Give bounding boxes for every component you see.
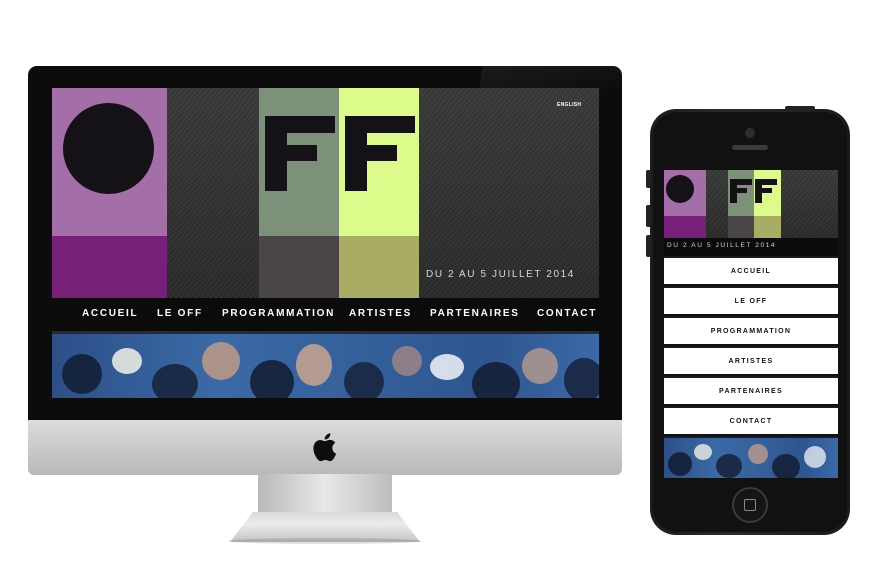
- mobile-nav-accueil[interactable]: ACCUEIL: [664, 258, 838, 286]
- nav-artistes[interactable]: ARTISTES: [349, 308, 412, 319]
- mobile-block-purple: [664, 216, 706, 238]
- mobile-nav-contact[interactable]: CONTACT: [664, 408, 838, 436]
- stand-shadow: [228, 538, 422, 544]
- desktop-website: F ENGLISH DU 2 AU 5 JUILLET 2014 ACCUEIL…: [52, 88, 599, 398]
- phone-speaker: [732, 145, 768, 150]
- mobile-nav-partenaires[interactable]: PARTENAIRES: [664, 378, 838, 406]
- logo-ff: [265, 116, 415, 191]
- phone-power-button: [785, 106, 815, 111]
- imac-stand-neck: [258, 474, 392, 514]
- apple-icon: [313, 433, 337, 462]
- nav-partenaires[interactable]: PARTENAIRES: [430, 308, 520, 319]
- phone-volume-down: [646, 235, 651, 257]
- phone-mute-switch: [646, 170, 651, 188]
- nav-programmation[interactable]: PROGRAMMATION: [222, 308, 335, 319]
- mobile-logo-ff: [730, 179, 777, 203]
- mobile-block-charcoal: [728, 216, 754, 238]
- logo-block-charcoal: [259, 236, 339, 298]
- mobile-date-bar: DU 2 AU 5 JUILLET 2014: [664, 238, 838, 256]
- nav-contact[interactable]: CONTACT: [537, 308, 597, 319]
- mobile-website: DU 2 AU 5 JUILLET 2014 ACCUEIL LE OFF PR…: [664, 170, 838, 478]
- main-navigation: ACCUEIL LE OFF PROGRAMMATION ARTISTES PA…: [52, 298, 599, 331]
- mobile-crowd-photo: [664, 438, 838, 478]
- mobile-nav-artistes[interactable]: ARTISTES: [664, 348, 838, 376]
- logo-block-olive: [339, 236, 419, 298]
- logo-circle: [63, 103, 154, 194]
- mobile-logo-circle: [666, 175, 694, 203]
- mobile-nav-le-off[interactable]: LE OFF: [664, 288, 838, 316]
- crowd-photo: [52, 334, 599, 398]
- phone-camera: [745, 128, 755, 138]
- nav-accueil[interactable]: ACCUEIL: [82, 308, 138, 319]
- english-link[interactable]: ENGLISH: [557, 102, 581, 108]
- mobile-festival-dates: DU 2 AU 5 JUILLET 2014: [667, 242, 777, 249]
- home-button-square-icon: [744, 499, 756, 511]
- nav-le-off[interactable]: LE OFF: [157, 308, 203, 319]
- logo-block-purple: [52, 236, 167, 298]
- mobile-block-olive: [754, 216, 781, 238]
- phone-volume-up: [646, 205, 651, 227]
- mobile-nav-programmation[interactable]: PROGRAMMATION: [664, 318, 838, 346]
- festival-dates: DU 2 AU 5 JUILLET 2014: [426, 269, 575, 280]
